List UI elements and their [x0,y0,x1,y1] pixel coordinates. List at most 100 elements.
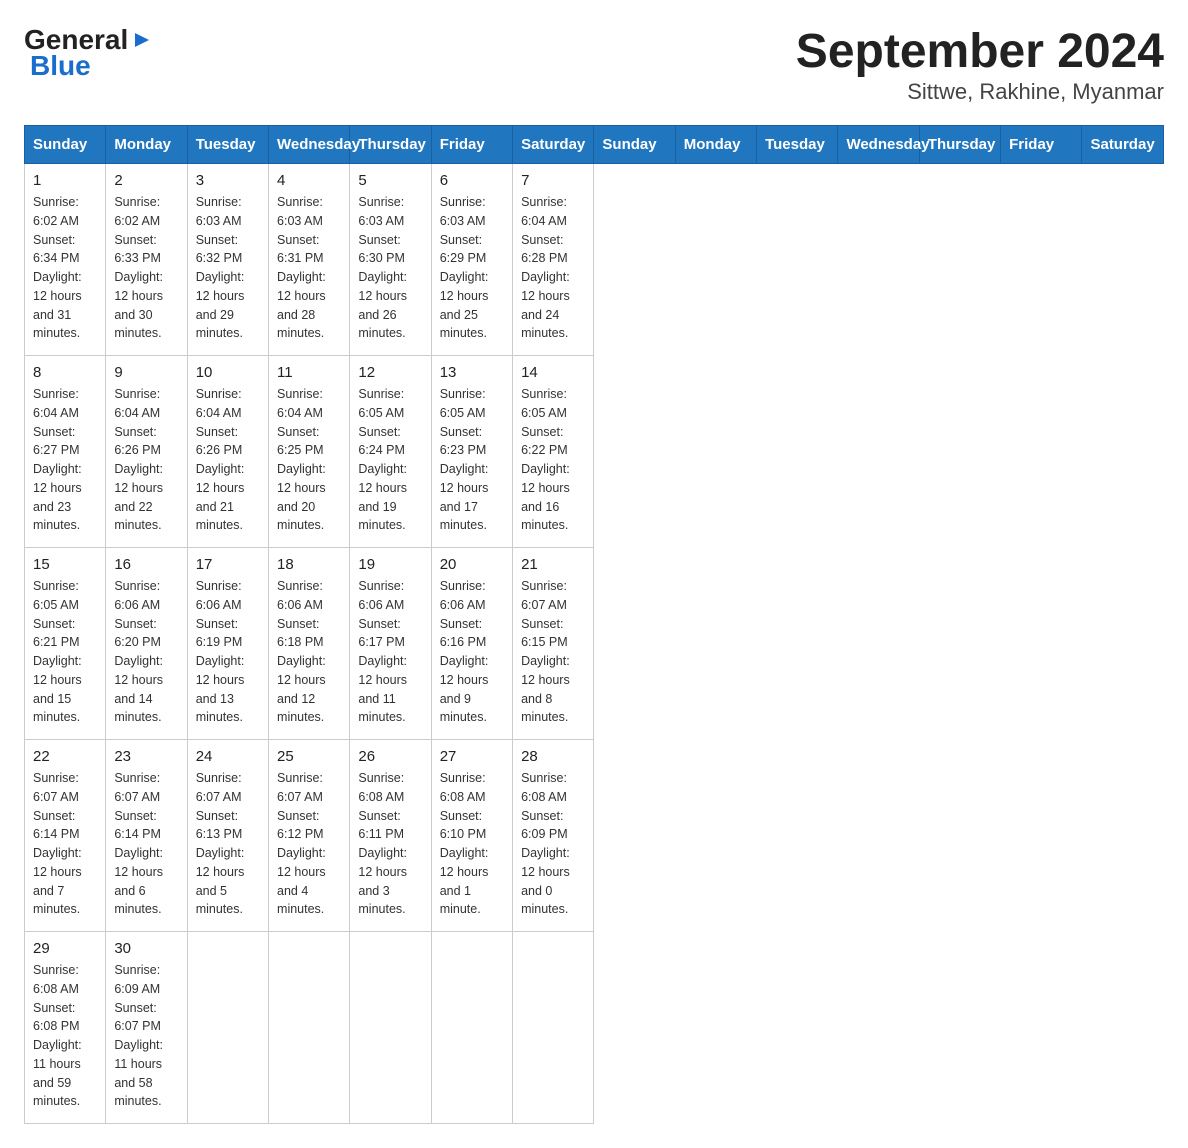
day-info: Sunrise: 6:03 AMSunset: 6:31 PMDaylight:… [277,193,341,343]
day-info: Sunrise: 6:06 AMSunset: 6:16 PMDaylight:… [440,577,504,727]
day-number: 15 [33,556,97,573]
calendar-cell [350,932,431,1124]
logo-arrow-icon [131,29,153,56]
column-header-sunday: Sunday [25,126,106,164]
calendar-cell: 1 Sunrise: 6:02 AMSunset: 6:34 PMDaylight… [25,164,106,356]
day-info: Sunrise: 6:03 AMSunset: 6:30 PMDaylight:… [358,193,422,343]
column-header-saturday: Saturday [513,126,594,164]
day-number: 1 [33,172,97,189]
day-info: Sunrise: 6:07 AMSunset: 6:14 PMDaylight:… [33,769,97,919]
calendar-cell: 17Sunrise: 6:06 AMSunset: 6:19 PMDayligh… [187,548,268,740]
day-number: 5 [358,172,422,189]
day-number: 30 [114,940,178,957]
day-info: Sunrise: 6:08 AMSunset: 6:08 PMDaylight:… [33,961,97,1111]
calendar-cell: 11 Sunrise: 6:04 AMSunset: 6:25 PMDayligh… [269,356,350,548]
day-info: Sunrise: 6:02 AMSunset: 6:34 PMDaylight:… [33,193,97,343]
page-subtitle: Sittwe, Rakhine, Myanmar [796,79,1164,105]
day-info: Sunrise: 6:06 AMSunset: 6:19 PMDaylight:… [196,577,260,727]
calendar-cell: 26 Sunrise: 6:08 AMSunset: 6:11 PMDayligh… [350,740,431,932]
calendar-table: SundayMondayTuesdayWednesdayThursdayFrid… [24,125,1164,1124]
calendar-cell: 4 Sunrise: 6:03 AMSunset: 6:31 PMDaylight… [269,164,350,356]
calendar-cell: 5 Sunrise: 6:03 AMSunset: 6:30 PMDaylight… [350,164,431,356]
calendar-cell: 18 Sunrise: 6:06 AMSunset: 6:18 PMDayligh… [269,548,350,740]
day-info: Sunrise: 6:08 AMSunset: 6:11 PMDaylight:… [358,769,422,919]
calendar-cell: 9Sunrise: 6:04 AMSunset: 6:26 PMDaylight… [106,356,187,548]
day-info: Sunrise: 6:05 AMSunset: 6:21 PMDaylight:… [33,577,97,727]
calendar-header-row: SundayMondayTuesdayWednesdayThursdayFrid… [25,126,1164,164]
day-info: Sunrise: 6:06 AMSunset: 6:17 PMDaylight:… [358,577,422,727]
day-number: 13 [440,364,504,381]
calendar-cell: 25Sunrise: 6:07 AMSunset: 6:12 PMDayligh… [269,740,350,932]
day-number: 8 [33,364,97,381]
calendar-cell: 24 Sunrise: 6:07 AMSunset: 6:13 PMDayligh… [187,740,268,932]
calendar-cell [187,932,268,1124]
day-info: Sunrise: 6:04 AMSunset: 6:25 PMDaylight:… [277,385,341,535]
calendar-cell: 6 Sunrise: 6:03 AMSunset: 6:29 PMDaylight… [431,164,512,356]
column-header-wednesday: Wednesday [269,126,350,164]
day-number: 21 [521,556,585,573]
calendar-cell [431,932,512,1124]
day-number: 6 [440,172,504,189]
calendar-week-row: 29Sunrise: 6:08 AMSunset: 6:08 PMDayligh… [25,932,1164,1124]
day-info: Sunrise: 6:04 AMSunset: 6:28 PMDaylight:… [521,193,585,343]
column-header-tuesday: Tuesday [757,126,838,164]
calendar-cell: 16Sunrise: 6:06 AMSunset: 6:20 PMDayligh… [106,548,187,740]
day-number: 10 [196,364,260,381]
column-header-thursday: Thursday [350,126,431,164]
day-info: Sunrise: 6:07 AMSunset: 6:14 PMDaylight:… [114,769,178,919]
column-header-sunday: Sunday [594,126,675,164]
day-number: 14 [521,364,585,381]
day-number: 28 [521,748,585,765]
column-header-tuesday: Tuesday [187,126,268,164]
calendar-cell: 15 Sunrise: 6:05 AMSunset: 6:21 PMDayligh… [25,548,106,740]
day-number: 23 [114,748,178,765]
calendar-week-row: 1 Sunrise: 6:02 AMSunset: 6:34 PMDaylight… [25,164,1164,356]
day-info: Sunrise: 6:04 AMSunset: 6:26 PMDaylight:… [196,385,260,535]
day-info: Sunrise: 6:05 AMSunset: 6:22 PMDaylight:… [521,385,585,535]
column-header-thursday: Thursday [919,126,1000,164]
calendar-cell: 20 Sunrise: 6:06 AMSunset: 6:16 PMDayligh… [431,548,512,740]
day-number: 27 [440,748,504,765]
day-info: Sunrise: 6:06 AMSunset: 6:18 PMDaylight:… [277,577,341,727]
calendar-cell: 19 Sunrise: 6:06 AMSunset: 6:17 PMDayligh… [350,548,431,740]
day-info: Sunrise: 6:05 AMSunset: 6:24 PMDaylight:… [358,385,422,535]
day-number: 16 [114,556,178,573]
day-number: 12 [358,364,422,381]
day-info: Sunrise: 6:07 AMSunset: 6:15 PMDaylight:… [521,577,585,727]
calendar-cell: 23 Sunrise: 6:07 AMSunset: 6:14 PMDayligh… [106,740,187,932]
column-header-friday: Friday [431,126,512,164]
day-number: 7 [521,172,585,189]
day-info: Sunrise: 6:07 AMSunset: 6:13 PMDaylight:… [196,769,260,919]
calendar-week-row: 8Sunrise: 6:04 AMSunset: 6:27 PMDaylight… [25,356,1164,548]
day-number: 20 [440,556,504,573]
day-number: 2 [114,172,178,189]
page-title: September 2024 [796,24,1164,79]
calendar-cell: 2 Sunrise: 6:02 AMSunset: 6:33 PMDaylight… [106,164,187,356]
day-number: 24 [196,748,260,765]
day-info: Sunrise: 6:03 AMSunset: 6:29 PMDaylight:… [440,193,504,343]
calendar-cell: 14 Sunrise: 6:05 AMSunset: 6:22 PMDayligh… [513,356,594,548]
calendar-cell: 7 Sunrise: 6:04 AMSunset: 6:28 PMDaylight… [513,164,594,356]
calendar-cell: 22 Sunrise: 6:07 AMSunset: 6:14 PMDayligh… [25,740,106,932]
day-number: 4 [277,172,341,189]
day-number: 26 [358,748,422,765]
day-number: 19 [358,556,422,573]
day-number: 25 [277,748,341,765]
column-header-monday: Monday [106,126,187,164]
day-number: 3 [196,172,260,189]
day-number: 18 [277,556,341,573]
logo: General Blue [24,24,153,82]
day-info: Sunrise: 6:08 AMSunset: 6:10 PMDaylight:… [440,769,504,919]
calendar-cell: 28Sunrise: 6:08 AMSunset: 6:09 PMDayligh… [513,740,594,932]
calendar-cell: 30 Sunrise: 6:09 AMSunset: 6:07 PMDayligh… [106,932,187,1124]
calendar-week-row: 15 Sunrise: 6:05 AMSunset: 6:21 PMDayligh… [25,548,1164,740]
day-info: Sunrise: 6:02 AMSunset: 6:33 PMDaylight:… [114,193,178,343]
page-header: General Blue September 2024 Sittwe, Rakh… [24,24,1164,105]
column-header-monday: Monday [675,126,756,164]
day-info: Sunrise: 6:09 AMSunset: 6:07 PMDaylight:… [114,961,178,1111]
day-number: 22 [33,748,97,765]
day-number: 9 [114,364,178,381]
calendar-cell: 12 Sunrise: 6:05 AMSunset: 6:24 PMDayligh… [350,356,431,548]
calendar-cell: 21 Sunrise: 6:07 AMSunset: 6:15 PMDayligh… [513,548,594,740]
day-number: 11 [277,364,341,381]
